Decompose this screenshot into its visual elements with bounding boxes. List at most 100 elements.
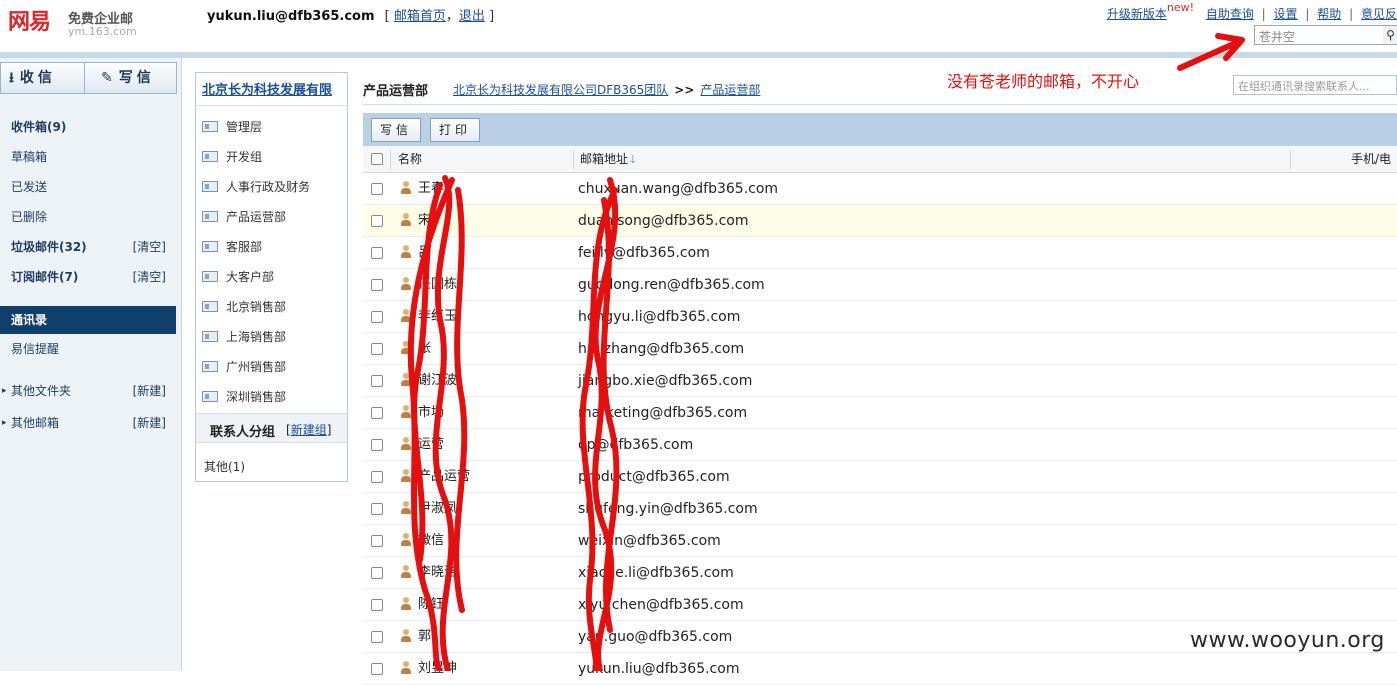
nav-inbox[interactable]: 收件箱(9) <box>0 114 176 140</box>
nav-drafts[interactable]: 草稿箱 <box>0 144 176 170</box>
table-row[interactable]: 吕 fei.lv@dfb365.com <box>363 237 1397 269</box>
nav-other-mailboxes[interactable]: ▸ 其他邮箱 [新建] <box>0 410 176 436</box>
contact-email[interactable]: jiangbo.xie@dfb365.com <box>578 365 752 397</box>
new-folder-link[interactable]: [新建] <box>133 378 166 404</box>
row-checkbox[interactable] <box>371 439 383 451</box>
dept-item[interactable]: 广州销售部 <box>202 357 342 377</box>
nav-yixin[interactable]: 易信提醒 <box>0 336 176 362</box>
row-checkbox[interactable] <box>371 375 383 387</box>
table-row[interactable]: 李红玉 hongyu.li@dfb365.com <box>363 301 1397 333</box>
row-checkbox[interactable] <box>371 279 383 291</box>
row-checkbox[interactable] <box>371 663 383 675</box>
caret-right-icon[interactable]: ▸ <box>2 378 7 404</box>
contact-name[interactable]: 吕 <box>418 237 431 269</box>
contact-email[interactable]: duanjsong@dfb365.com <box>578 205 749 237</box>
dept-item[interactable]: 产品运营部 <box>202 207 342 227</box>
contact-email[interactable]: yan.guo@dfb365.com <box>578 621 732 653</box>
row-checkbox[interactable] <box>371 311 383 323</box>
mailbox-home-link[interactable]: 邮箱首页 <box>394 9 446 24</box>
row-checkbox[interactable] <box>371 503 383 515</box>
contact-email[interactable]: guodong.ren@dfb365.com <box>578 269 765 301</box>
row-checkbox[interactable] <box>371 631 383 643</box>
table-row[interactable]: 张 hai.zhang@dfb365.com <box>363 333 1397 365</box>
clear-spam-link[interactable]: [清空] <box>133 234 166 260</box>
row-checkbox[interactable] <box>371 471 383 483</box>
contact-name[interactable]: 市场 <box>418 397 444 429</box>
row-checkbox[interactable] <box>371 215 383 227</box>
row-checkbox[interactable] <box>371 247 383 259</box>
contact-email[interactable]: chuxuan.wang@dfb365.com <box>578 173 778 205</box>
new-mailbox-link[interactable]: [新建] <box>133 410 166 436</box>
nav-deleted[interactable]: 已删除 <box>0 204 176 230</box>
dept-item[interactable]: 大客户部 <box>202 267 342 287</box>
dept-item[interactable]: 上海销售部 <box>202 327 342 347</box>
nav-spam[interactable]: 垃圾邮件(32) [清空] <box>0 234 176 260</box>
org-company-link[interactable]: 北京长为科技发展有限 <box>202 79 346 101</box>
compose-button[interactable]: ✎ 写信 <box>85 63 177 93</box>
feedback-link[interactable]: 意见反 <box>1361 7 1397 21</box>
select-all-checkbox[interactable] <box>371 153 383 165</box>
dept-item[interactable]: 客服部 <box>202 237 342 257</box>
contact-email[interactable]: product@dfb365.com <box>578 461 730 493</box>
contact-email[interactable]: hongyu.li@dfb365.com <box>578 301 740 333</box>
nav-subscriptions[interactable]: 订阅邮件(7) [清空] <box>0 264 176 290</box>
table-row[interactable]: 王春 chuxuan.wang@dfb365.com <box>363 173 1397 205</box>
contact-email[interactable]: xiaojie.li@dfb365.com <box>578 557 734 589</box>
column-header-phone[interactable]: 手机/电 <box>1351 146 1391 173</box>
column-header-name[interactable]: 名称 <box>398 146 422 173</box>
contact-name[interactable]: 微信 <box>418 525 444 557</box>
table-row[interactable]: 李晓洁 xiaojie.li@dfb365.com <box>363 557 1397 589</box>
new-group-link[interactable]: 新建组 <box>291 423 327 437</box>
contact-name[interactable]: 张 <box>418 333 431 365</box>
contact-name[interactable]: 刘昱坤 <box>418 653 457 685</box>
receive-button[interactable]: ⭳ 收信 <box>1 63 85 93</box>
settings-link[interactable]: 设置 <box>1274 7 1298 21</box>
contact-name[interactable]: 尹淑凤 <box>418 493 457 525</box>
toolbar-compose-button[interactable]: 写信 <box>371 118 421 142</box>
netease-logo[interactable]: 网易 免费企业邮 ym.163.com <box>8 4 148 44</box>
magnifier-icon[interactable]: ⚲ <box>1383 25 1397 45</box>
table-row[interactable]: 市场 marketing@dfb365.com <box>363 397 1397 429</box>
group-other-item[interactable]: 其他(1) <box>204 458 245 475</box>
breadcrumb-company-link[interactable]: 北京长为科技发展有限公司DFB365团队 <box>453 83 668 97</box>
table-row[interactable]: 产品运营 product@dfb365.com <box>363 461 1397 493</box>
breadcrumb-dept-link[interactable]: 产品运营部 <box>700 83 760 97</box>
logout-link[interactable]: 退出 <box>459 9 485 24</box>
row-checkbox[interactable] <box>371 535 383 547</box>
nav-other-folders[interactable]: ▸ 其他文件夹 [新建] <box>0 378 176 404</box>
contact-name[interactable]: 郭 <box>418 621 431 653</box>
contact-name[interactable]: 李晓洁 <box>418 557 457 589</box>
dept-item[interactable]: 开发组 <box>202 147 342 167</box>
toolbar-print-button[interactable]: 打印 <box>430 118 480 142</box>
nav-sent[interactable]: 已发送 <box>0 174 176 200</box>
caret-right-icon[interactable]: ▸ <box>2 410 7 436</box>
contact-name[interactable]: 任国栋 <box>418 269 457 301</box>
row-checkbox[interactable] <box>371 599 383 611</box>
dept-item[interactable]: 人事行政及财务 <box>202 177 342 197</box>
contact-name[interactable]: 李红玉 <box>418 301 457 333</box>
table-row[interactable]: 刘昱坤 yukun.liu@dfb365.com <box>363 653 1397 685</box>
contact-email[interactable]: xiyu.chen@dfb365.com <box>578 589 744 621</box>
contact-name[interactable]: 运营 <box>418 429 444 461</box>
table-row[interactable]: 陈钰 xiyu.chen@dfb365.com <box>363 589 1397 621</box>
row-checkbox[interactable] <box>371 343 383 355</box>
table-row[interactable]: 谢江波 jiangbo.xie@dfb365.com <box>363 365 1397 397</box>
contact-email[interactable]: yukun.liu@dfb365.com <box>578 653 739 685</box>
row-checkbox[interactable] <box>371 183 383 195</box>
table-row[interactable]: 宋 duanjsong@dfb365.com <box>363 205 1397 237</box>
contact-name[interactable]: 产品运营 <box>418 461 470 493</box>
contact-email[interactable]: shufeng.yin@dfb365.com <box>578 493 758 525</box>
contact-email[interactable]: op@dfb365.com <box>578 429 693 461</box>
self-service-link[interactable]: 自助查询 <box>1206 7 1254 21</box>
contact-search-input[interactable]: 在组织通讯录搜索联系人... <box>1233 75 1397 95</box>
table-row[interactable]: 运营 op@dfb365.com <box>363 429 1397 461</box>
upgrade-link[interactable]: 升级新版本 <box>1107 7 1167 21</box>
contact-email[interactable]: marketing@dfb365.com <box>578 397 747 429</box>
mail-search-input[interactable]: 苍井空 <box>1254 25 1384 45</box>
contact-email[interactable]: hai.zhang@dfb365.com <box>578 333 744 365</box>
contact-name[interactable]: 宋 <box>418 205 431 237</box>
help-link[interactable]: 帮助 <box>1317 7 1341 21</box>
table-row[interactable]: 任国栋 guodong.ren@dfb365.com <box>363 269 1397 301</box>
contact-email[interactable]: weixin@dfb365.com <box>578 525 721 557</box>
row-checkbox[interactable] <box>371 407 383 419</box>
